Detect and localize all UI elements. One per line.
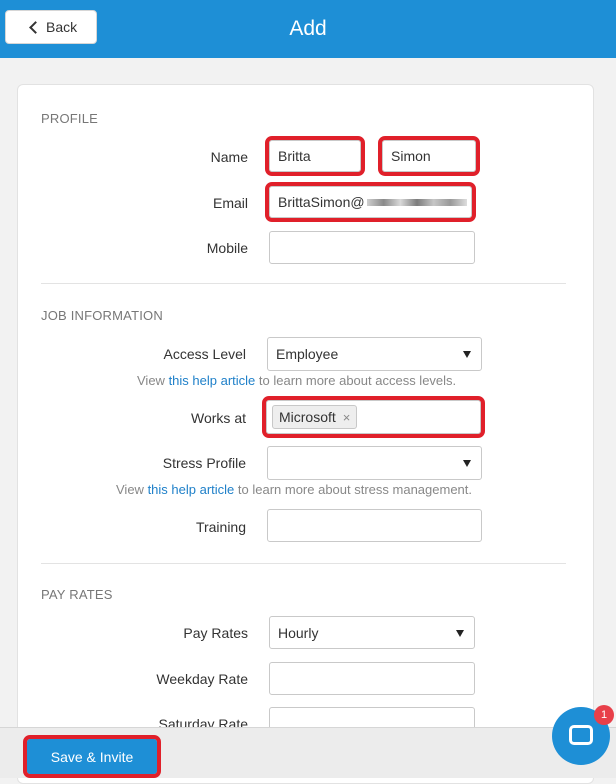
works-at-field[interactable]: Microsoft × (262, 396, 485, 438)
caret-down-icon (463, 460, 471, 467)
works-at-tag-label: Microsoft (279, 409, 336, 425)
works-at-label: Works at (191, 410, 246, 426)
mobile-label: Mobile (206, 240, 248, 256)
weekday-rate-label: Weekday Rate (156, 671, 248, 687)
redacted-email-domain (366, 198, 467, 206)
stress-profile-help: View this help article to learn more abo… (116, 482, 473, 497)
caret-down-icon (456, 629, 464, 637)
access-level-help: View this help article to learn more abo… (137, 373, 457, 388)
stress-profile-label: Stress Profile (162, 455, 246, 471)
back-button-label: Back (46, 19, 78, 35)
access-level-value: Employee (276, 346, 339, 362)
divider (41, 283, 566, 284)
last-name-field[interactable]: Simon (378, 136, 480, 176)
works-at-tag: Microsoft × (272, 405, 358, 429)
section-title-pay-rates: PAY RATES (41, 587, 113, 602)
section-title-job-information: JOB INFORMATION (41, 308, 163, 323)
remove-tag-icon[interactable]: × (343, 410, 351, 425)
chevron-left-icon (29, 21, 42, 34)
pay-rates-value: Hourly (278, 624, 319, 641)
first-name-field[interactable]: Britta (265, 136, 365, 176)
access-help-link[interactable]: this help article (169, 373, 256, 388)
chat-notification-badge: 1 (594, 705, 614, 725)
chat-icon (569, 725, 593, 745)
email-field[interactable]: BrittaSimon@ (265, 182, 476, 222)
email-value: BrittaSimon@ (278, 194, 365, 210)
access-level-select[interactable]: Employee (267, 337, 482, 371)
stress-profile-select[interactable] (267, 446, 482, 480)
training-label: Training (195, 519, 246, 535)
access-level-label: Access Level (163, 346, 246, 362)
weekday-rate-field[interactable] (269, 662, 475, 695)
training-field[interactable] (267, 509, 482, 542)
email-label: Email (212, 195, 248, 211)
section-title-profile: PROFILE (41, 111, 99, 126)
pay-rates-select[interactable]: Hourly (269, 616, 475, 649)
pay-rates-label: Pay Rates (183, 625, 248, 641)
name-label: Name (210, 149, 248, 165)
caret-down-icon (463, 351, 471, 358)
top-bar: Add Back (0, 0, 616, 58)
divider (41, 563, 566, 564)
back-button[interactable]: Back (5, 10, 97, 44)
mobile-field[interactable] (269, 231, 475, 264)
stress-help-link[interactable]: this help article (148, 482, 235, 497)
save-and-invite-button[interactable]: Save & Invite (23, 735, 161, 778)
